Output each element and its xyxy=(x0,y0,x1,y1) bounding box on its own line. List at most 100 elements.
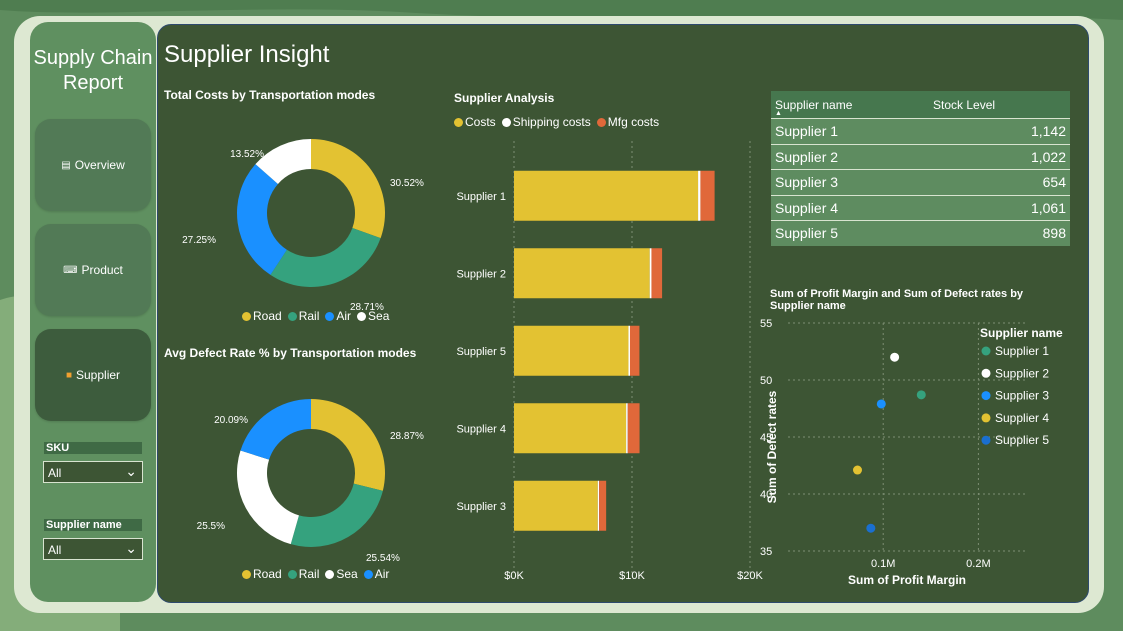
legend-label: Supplier 1 xyxy=(995,344,1049,358)
sku-dropdown[interactable]: All ⌄ xyxy=(43,461,143,483)
document-icon: ▤ xyxy=(61,159,71,171)
keyboard-icon: ⌨ xyxy=(63,264,78,276)
slice-data-label: 20.09% xyxy=(214,415,248,426)
donut-slice[interactable] xyxy=(311,139,385,239)
bar-segment[interactable] xyxy=(597,480,600,531)
legend-item: Mfg costs xyxy=(596,115,660,129)
slice-data-label: 28.87% xyxy=(390,431,424,442)
table-row[interactable]: Supplier 1 1,142 xyxy=(771,118,1070,144)
report-title-line1: Supply Chain xyxy=(33,47,153,69)
legend-label: Road xyxy=(253,567,282,581)
table-row[interactable]: Supplier 2 1,022 xyxy=(771,143,1070,170)
costs-donut-legend: Road Rail Air Sea xyxy=(242,309,389,323)
legend-dot xyxy=(596,117,606,127)
donut-slice[interactable] xyxy=(311,399,385,491)
scatter-point[interactable] xyxy=(852,465,862,475)
table-row[interactable]: Supplier 5 898 xyxy=(771,220,1070,246)
legend-label: Rail xyxy=(298,309,320,323)
legend-item: Costs xyxy=(454,115,496,129)
slice-data-label: 25.54% xyxy=(366,553,400,564)
legend-dot xyxy=(325,311,335,321)
donut-slice[interactable] xyxy=(237,450,299,545)
x-tick-label: $0K xyxy=(504,570,524,582)
donut-slice[interactable] xyxy=(290,483,383,547)
table-header-row: Supplier name ▲ Stock Level xyxy=(771,91,1070,119)
nav-supplier-label: Supplier xyxy=(76,368,121,382)
x-tick-label: 0.2M xyxy=(966,558,990,570)
slice-data-label: 30.52% xyxy=(390,178,424,189)
legend-dot xyxy=(981,413,991,423)
legend-dot xyxy=(357,311,367,321)
bar-segment[interactable] xyxy=(651,248,663,299)
bar-segment[interactable] xyxy=(514,325,629,376)
legend-dot xyxy=(242,311,251,321)
donut-slice[interactable] xyxy=(240,399,311,460)
legend-item: Sea xyxy=(325,567,358,581)
slice-data-label: 13.52% xyxy=(230,149,264,160)
nav-overview-button[interactable]: ▤ Overview xyxy=(35,119,151,211)
bar-segment[interactable] xyxy=(514,480,598,531)
bar-segment[interactable] xyxy=(698,170,701,221)
legend-item: Road xyxy=(242,567,282,581)
y-tick-label: 50 xyxy=(760,375,772,387)
legend-dot xyxy=(242,569,251,579)
bar-segment[interactable] xyxy=(626,403,628,454)
category-label: Supplier 3 xyxy=(456,501,506,513)
legend-dot xyxy=(454,117,463,127)
costs-donut-chart: 30.52%28.71%27.25%13.52% xyxy=(182,139,424,313)
x-axis-title: Sum of Profit Margin xyxy=(848,573,966,587)
nav-product-button[interactable]: ⌨ Product xyxy=(35,224,151,316)
slice-data-label: 25.5% xyxy=(197,521,225,532)
legend-label: Shipping costs xyxy=(512,115,591,129)
bar-segment[interactable] xyxy=(514,170,699,221)
bar-segment[interactable] xyxy=(628,325,630,376)
bar-segment[interactable] xyxy=(627,403,640,454)
nav-supplier-button[interactable]: ■ Supplier xyxy=(35,329,151,421)
bar-segment[interactable] xyxy=(599,480,607,531)
sidebar: Supply Chain Report ▤ Overview ⌨ Product… xyxy=(30,22,156,602)
costs-donut-title: Total Costs by Transportation modes xyxy=(164,88,376,102)
scatter-point[interactable] xyxy=(890,352,900,362)
legend-label: Supplier 4 xyxy=(995,411,1049,425)
profit-defect-scatter: 35404550550.1M 0.2MSum of Profit MarginSu… xyxy=(760,318,1063,587)
column-header-label: Stock Level xyxy=(933,97,996,112)
bar-segment[interactable] xyxy=(514,248,650,299)
legend-dot xyxy=(287,311,297,321)
table-cell: 898 xyxy=(929,220,1070,246)
supplier-dropdown[interactable]: All ⌄ xyxy=(43,538,143,560)
bar-segment[interactable] xyxy=(514,403,627,454)
category-label: Supplier 4 xyxy=(456,423,506,435)
main-panel: Supplier Insight Total Costs by Transpor… xyxy=(157,24,1089,603)
legend-title: Supplier name xyxy=(980,326,1063,340)
y-tick-label: 35 xyxy=(760,546,772,558)
column-header-supplier[interactable]: Supplier name ▲ xyxy=(771,91,929,119)
sku-dropdown-value: All xyxy=(48,466,62,480)
column-header-stock[interactable]: Stock Level xyxy=(929,91,1070,119)
report-title: Supply Chain Report xyxy=(30,46,156,96)
column-header-label: Supplier name xyxy=(775,97,853,112)
legend-label: Mfg costs xyxy=(607,115,660,129)
legend-dot xyxy=(363,569,373,579)
supplier-analysis-chart: Supplier 1 Supplier 2 Supplier 5 Supplier 4… xyxy=(456,141,764,582)
table-row[interactable]: Supplier 3 654 xyxy=(771,169,1070,195)
table-cell: 1,142 xyxy=(929,118,1070,144)
table-cell: Supplier 2 xyxy=(771,143,929,170)
legend-label: Rail xyxy=(298,567,320,581)
table-cell: Supplier 3 xyxy=(771,169,929,195)
bar-segment[interactable] xyxy=(649,248,652,299)
legend-label: Supplier 2 xyxy=(995,366,1049,380)
bar-segment[interactable] xyxy=(700,170,715,221)
legend-item: Rail xyxy=(287,567,320,581)
table-cell: Supplier 5 xyxy=(771,220,929,246)
legend-label: Sea xyxy=(368,309,390,323)
legend-label: Road xyxy=(253,309,282,323)
scatter-point[interactable] xyxy=(876,399,886,409)
donut-slice[interactable] xyxy=(270,227,381,287)
bar-segment[interactable] xyxy=(629,325,640,376)
scatter-point[interactable] xyxy=(866,523,876,533)
nav-overview-label: Overview xyxy=(74,158,125,172)
scatter-point[interactable] xyxy=(916,390,926,400)
legend-label: Costs xyxy=(465,115,496,129)
table-row[interactable]: Supplier 4 1,061 xyxy=(771,194,1070,221)
supplier-analysis-title: Supplier Analysis xyxy=(454,91,555,105)
